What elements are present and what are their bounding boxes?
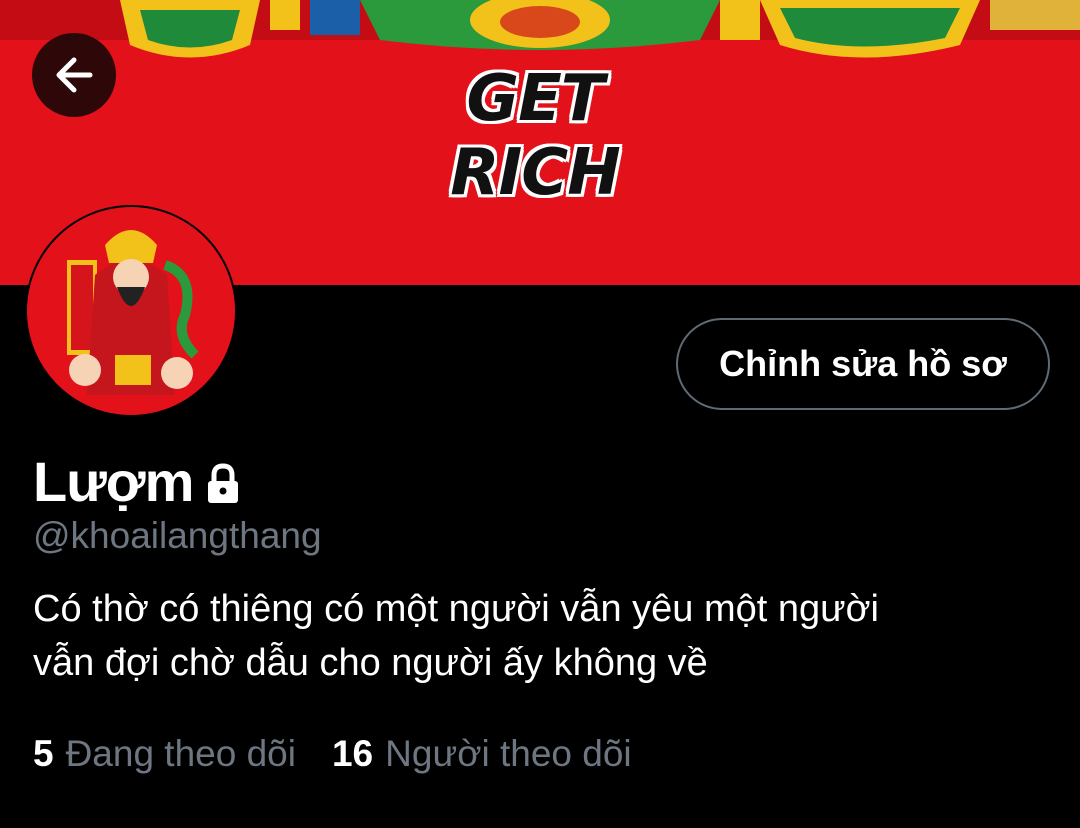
edit-profile-button[interactable]: Chỉnh sửa hồ sơ [676,318,1050,410]
lock-icon [208,463,239,503]
banner-slogan: GET RICH [450,62,621,210]
profile-bio: Có thờ có thiêng có một người vẫn yêu mộ… [33,582,1053,690]
follow-stats: 5 Đang theo dõi 16 Người theo dõi [33,733,668,775]
followers-stat[interactable]: 16 Người theo dõi [332,733,632,775]
bio-line: Có thờ có thiêng có một người vẫn yêu mộ… [33,588,879,630]
followers-label: Người theo dõi [385,733,632,774]
followers-count: 16 [331,733,374,774]
display-name: Lượm [33,449,194,513]
avatar[interactable] [25,205,237,417]
user-handle: @khoailangthang [33,515,322,556]
avatar-image [27,207,235,415]
profile-name-row: Lượm [33,446,243,516]
bio-line: vẫn đợi chờ dẫu cho người ấy không về [33,642,708,684]
following-label: Đang theo dõi [65,733,296,774]
arrow-left-icon [56,57,93,93]
back-button[interactable] [32,33,116,117]
following-count: 5 [33,733,54,774]
following-stat[interactable]: 5 Đang theo dõi [33,733,296,775]
